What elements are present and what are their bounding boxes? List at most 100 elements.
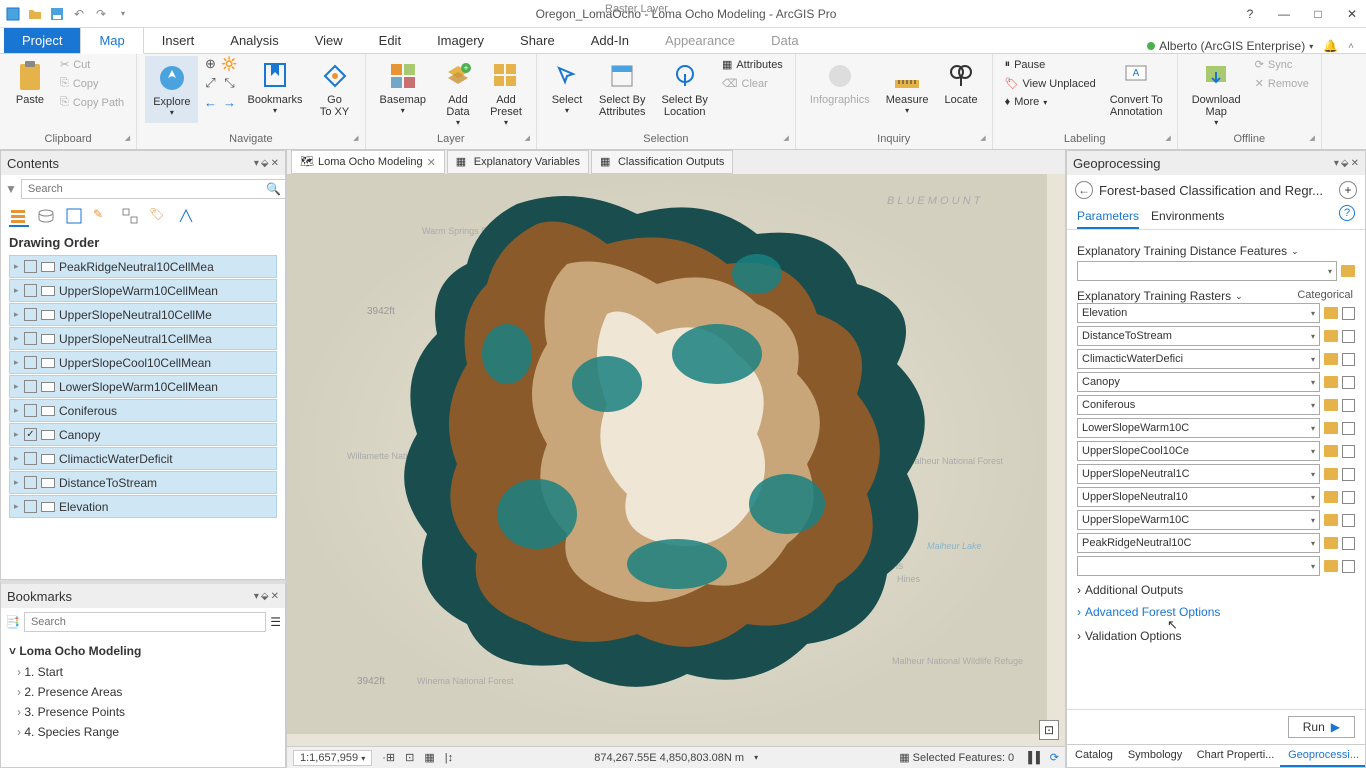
categorical-checkbox[interactable] bbox=[1342, 514, 1355, 527]
browse-folder-icon[interactable] bbox=[1324, 353, 1338, 365]
close-icon[interactable]: ✕ bbox=[1342, 4, 1362, 24]
attributes-button[interactable]: ▦Attributes bbox=[718, 56, 787, 73]
categorical-checkbox[interactable] bbox=[1342, 422, 1355, 435]
notifications-icon[interactable]: 🔔 bbox=[1323, 39, 1338, 53]
list-view-icon[interactable]: ☰ bbox=[270, 615, 281, 629]
expand-icon[interactable]: ▸ bbox=[14, 285, 24, 296]
layer-item[interactable]: ▸UpperSlopeNeutral1CellMea bbox=[9, 327, 277, 350]
open-icon[interactable] bbox=[26, 5, 44, 23]
pause-draw-icon[interactable]: ▐▐ bbox=[1024, 752, 1040, 764]
categorical-checkbox[interactable] bbox=[1342, 376, 1355, 389]
categorical-checkbox[interactable] bbox=[1342, 330, 1355, 343]
tab-data[interactable]: Data bbox=[753, 28, 816, 53]
browse-folder-icon[interactable] bbox=[1324, 445, 1338, 457]
expand-icon[interactable]: ▸ bbox=[14, 405, 24, 416]
add-tool-button[interactable]: + bbox=[1339, 181, 1357, 199]
new-project-icon[interactable] bbox=[4, 5, 22, 23]
select-by-attr-button[interactable]: Select By Attributes bbox=[593, 56, 651, 122]
categorical-checkbox[interactable] bbox=[1342, 468, 1355, 481]
select-by-loc-button[interactable]: Select By Location bbox=[655, 56, 713, 122]
layer-checkbox[interactable] bbox=[24, 380, 37, 393]
collapse-ribbon-icon[interactable]: ˄ bbox=[1348, 41, 1354, 52]
bottom-tab-catalog[interactable]: Catalog bbox=[1067, 745, 1120, 767]
bookmark-item[interactable]: › 3. Presence Points bbox=[9, 702, 277, 722]
categorical-checkbox[interactable] bbox=[1342, 537, 1355, 550]
layer-checkbox[interactable] bbox=[24, 284, 37, 297]
close-tab-icon[interactable]: ✕ bbox=[427, 156, 436, 169]
view-unplaced-button[interactable]: 🏷View Unplaced bbox=[1001, 75, 1100, 92]
tab-share[interactable]: Share bbox=[502, 28, 573, 53]
sync-button[interactable]: ⟳Sync bbox=[1251, 56, 1313, 73]
expand-icon[interactable]: ▸ bbox=[14, 453, 24, 464]
scale-lock-icon[interactable]: ·⊞ bbox=[382, 751, 395, 764]
bookmark-view-icon[interactable]: 📑 bbox=[5, 615, 20, 629]
list-by-drawing-icon[interactable] bbox=[9, 207, 29, 227]
bookmarks-button[interactable]: Bookmarks▾ bbox=[241, 56, 308, 119]
raster-combo[interactable]: Coniferous▾ bbox=[1077, 395, 1320, 415]
dropdown-icon[interactable]: ▾ bbox=[254, 591, 259, 602]
categorical-checkbox[interactable] bbox=[1342, 491, 1355, 504]
tab-view[interactable]: View bbox=[297, 28, 361, 53]
map-tab-active[interactable]: 🗺Loma Ocho Modeling ✕ bbox=[291, 150, 445, 174]
layer-item[interactable]: ▸ClimacticWaterDeficit bbox=[9, 447, 277, 470]
tab-imagery[interactable]: Imagery bbox=[419, 28, 502, 53]
filter-icon[interactable]: ▼ bbox=[5, 182, 17, 196]
section-additional-outputs[interactable]: ›Additional Outputs bbox=[1077, 579, 1355, 601]
layer-checkbox[interactable] bbox=[24, 308, 37, 321]
browse-folder-icon[interactable] bbox=[1324, 537, 1338, 549]
tab-insert[interactable]: Insert bbox=[144, 28, 213, 53]
undo-icon[interactable]: ↶ bbox=[70, 5, 88, 23]
bookmarks-search-input[interactable] bbox=[24, 612, 266, 632]
expand-icon[interactable]: ▸ bbox=[14, 429, 24, 440]
bookmark-item[interactable]: › 1. Start bbox=[9, 662, 277, 682]
paste-button[interactable]: Paste bbox=[8, 56, 52, 110]
chevron-down-icon[interactable]: ⌄ bbox=[1235, 291, 1243, 302]
raster-combo[interactable]: UpperSlopeWarm10C▾ bbox=[1077, 510, 1320, 530]
tab-analysis[interactable]: Analysis bbox=[212, 28, 296, 53]
infographics-button[interactable]: Infographics bbox=[804, 56, 876, 110]
browse-folder-icon[interactable] bbox=[1324, 491, 1338, 503]
close-pane-icon[interactable]: ✕ bbox=[1351, 158, 1359, 169]
goto-xy-button[interactable]: Go To XY bbox=[313, 56, 357, 122]
raster-combo[interactable]: Elevation▾ bbox=[1077, 303, 1320, 323]
expand-icon[interactable]: ▸ bbox=[14, 477, 24, 488]
gp-tab-parameters[interactable]: Parameters bbox=[1077, 205, 1139, 229]
download-map-button[interactable]: Download Map▾ bbox=[1186, 56, 1247, 131]
help-icon[interactable]: ? bbox=[1339, 205, 1355, 221]
chevron-down-icon[interactable]: ⌄ bbox=[1291, 246, 1299, 257]
bottom-tab-symbology[interactable]: Symbology bbox=[1120, 745, 1189, 767]
distance-features-combo[interactable]: ▾ bbox=[1077, 261, 1337, 281]
copy-path-button[interactable]: ⎘Copy Path bbox=[56, 94, 128, 111]
layer-item[interactable]: ▸LowerSlopeWarm10CellMean bbox=[9, 375, 277, 398]
expand-icon[interactable]: ▸ bbox=[14, 333, 24, 344]
add-data-button[interactable]: +Add Data▾ bbox=[436, 56, 480, 131]
tab-addin[interactable]: Add-In bbox=[573, 28, 647, 53]
raster-combo[interactable]: UpperSlopeCool10Ce▾ bbox=[1077, 441, 1320, 461]
categorical-checkbox[interactable] bbox=[1342, 353, 1355, 366]
help-icon[interactable]: ? bbox=[1240, 4, 1260, 24]
browse-folder-icon[interactable] bbox=[1324, 399, 1338, 411]
expand-icon[interactable]: ▸ bbox=[14, 357, 24, 368]
expand-icon[interactable]: ▸ bbox=[14, 309, 24, 320]
bookmark-item[interactable]: › 4. Species Range bbox=[9, 722, 277, 742]
snap-icon[interactable]: ⊡ bbox=[405, 751, 414, 764]
dropdown-icon[interactable]: ▾ bbox=[1334, 158, 1339, 169]
redo-icon[interactable]: ↷ bbox=[92, 5, 110, 23]
locate-button[interactable]: Locate bbox=[939, 56, 984, 110]
categorical-checkbox[interactable] bbox=[1342, 445, 1355, 458]
layer-checkbox[interactable] bbox=[24, 476, 37, 489]
list-by-selection-icon[interactable] bbox=[65, 207, 85, 227]
tab-map[interactable]: Map bbox=[80, 27, 143, 54]
browse-folder-icon[interactable] bbox=[1324, 376, 1338, 388]
next-extent-icon[interactable]: → bbox=[221, 94, 237, 110]
add-preset-button[interactable]: Add Preset▾ bbox=[484, 56, 528, 131]
layer-checkbox[interactable] bbox=[24, 500, 37, 513]
pin-icon[interactable]: ⬙ bbox=[261, 158, 269, 169]
user-info[interactable]: Alberto (ArcGIS Enterprise) ▾ bbox=[1147, 39, 1313, 53]
list-by-source-icon[interactable] bbox=[37, 207, 57, 227]
pin-icon[interactable]: ⬙ bbox=[1341, 158, 1349, 169]
layer-item[interactable]: ▸DistanceToStream bbox=[9, 471, 277, 494]
raster-combo[interactable]: Canopy▾ bbox=[1077, 372, 1320, 392]
browse-folder-icon[interactable] bbox=[1324, 468, 1338, 480]
list-by-snapping-icon[interactable] bbox=[121, 207, 141, 227]
